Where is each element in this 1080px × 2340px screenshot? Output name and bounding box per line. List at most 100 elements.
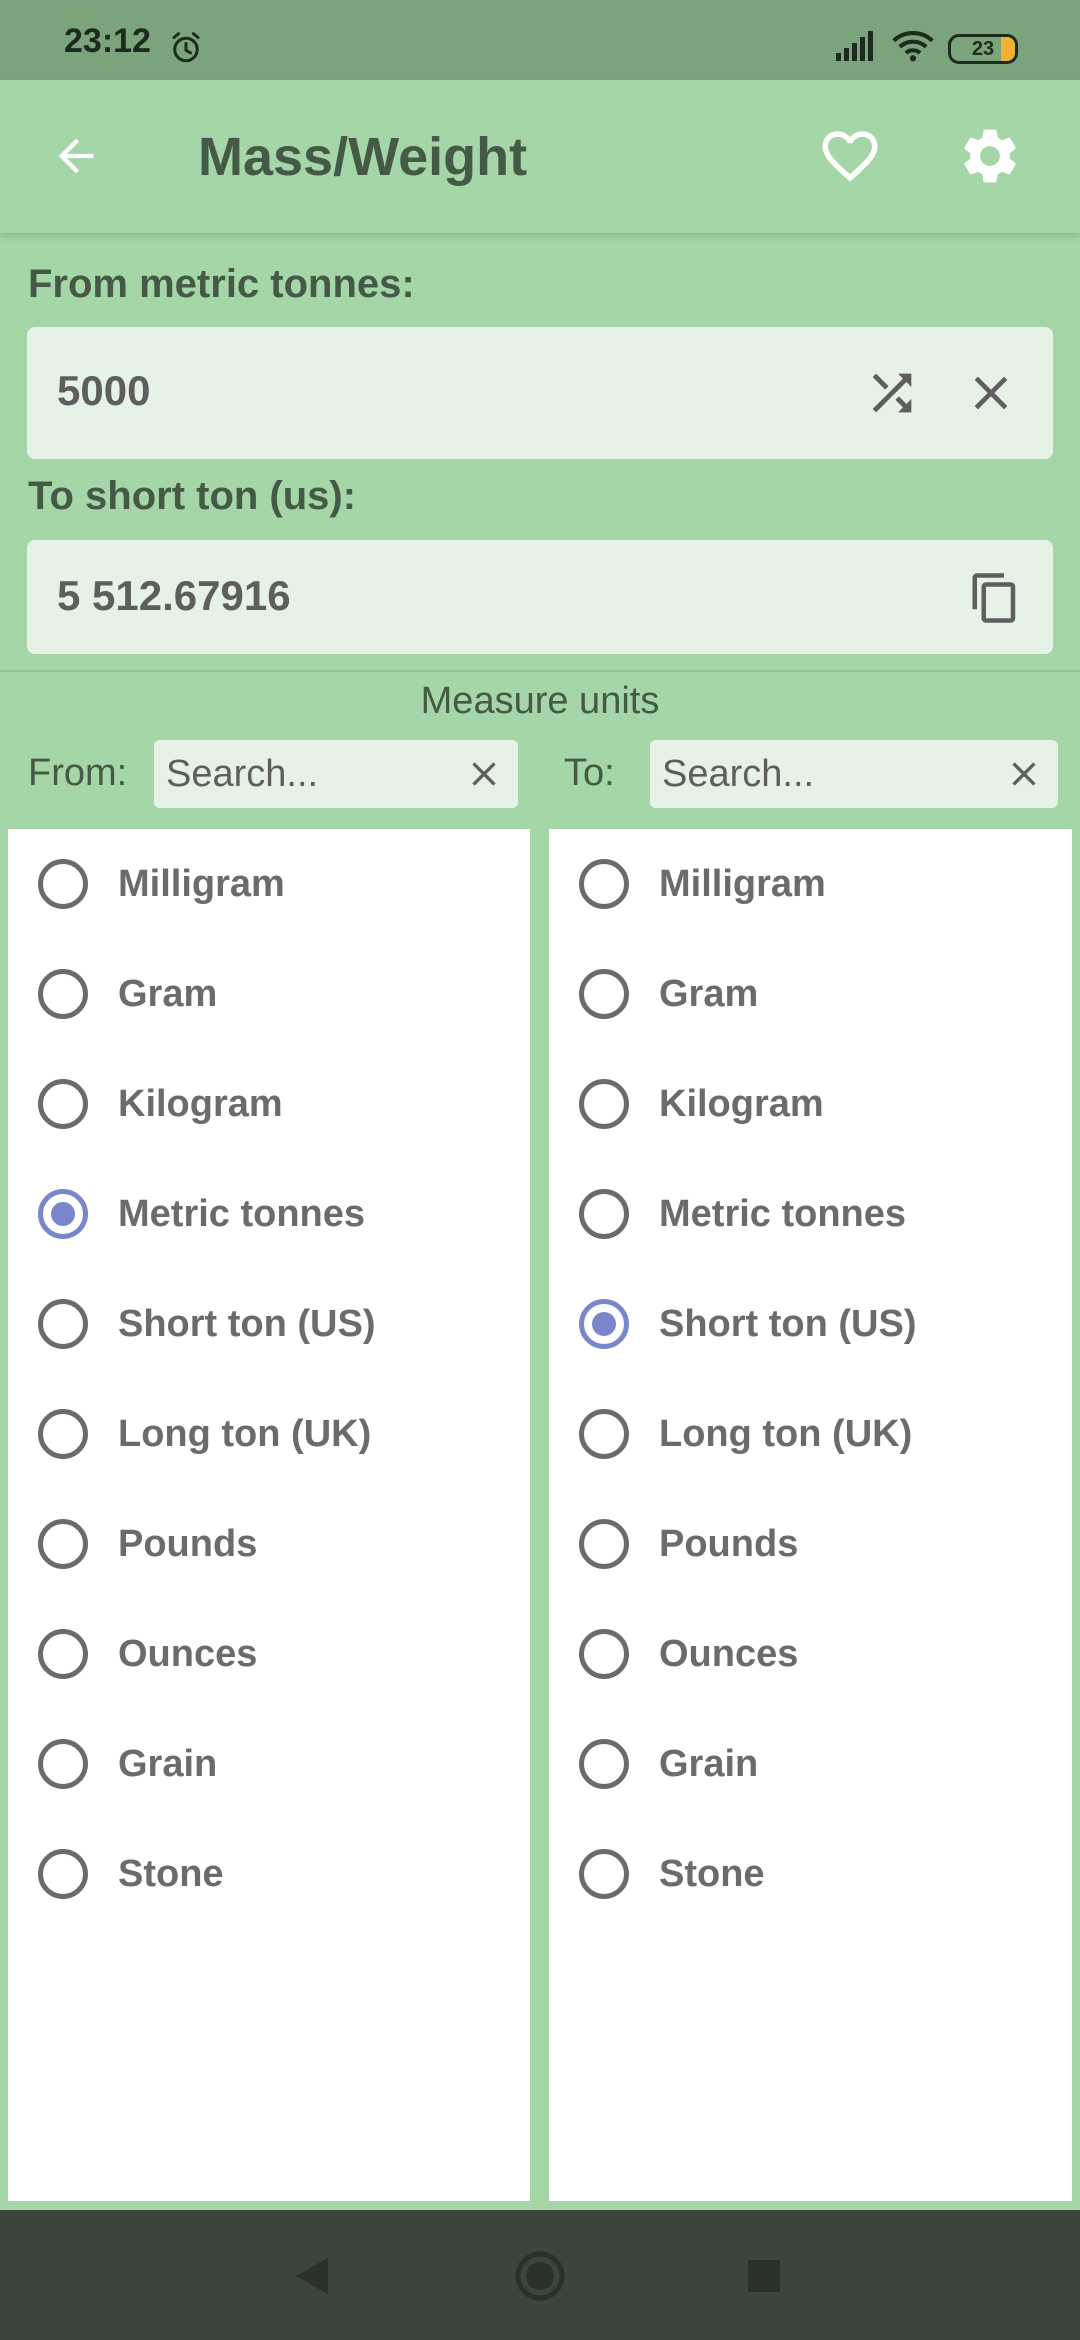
close-icon — [1012, 762, 1036, 786]
from-label: From metric tonnes: — [28, 262, 415, 306]
to-unit-option[interactable]: Pounds — [549, 1489, 1072, 1599]
back-arrow-icon — [58, 138, 94, 174]
radio-button[interactable] — [38, 1739, 88, 1789]
from-search-input[interactable] — [166, 748, 450, 800]
battery-level: 23 — [971, 37, 995, 60]
circle-home-icon — [515, 2251, 565, 2301]
swap-button[interactable] — [860, 361, 924, 425]
unit-label: Kilogram — [118, 1082, 283, 1125]
nav-recents-button[interactable] — [734, 2246, 794, 2306]
radio-button[interactable] — [579, 1739, 629, 1789]
heart-icon — [822, 131, 878, 182]
gear-icon — [964, 129, 1016, 183]
unit-label: Short ton (US) — [118, 1302, 376, 1345]
radio-button[interactable] — [579, 1079, 629, 1129]
shuffle-icon — [872, 373, 912, 413]
from-value[interactable]: 5000 — [57, 367, 150, 415]
unit-label: Pounds — [659, 1522, 799, 1565]
from-unit-option[interactable]: Metric tonnes — [8, 1159, 530, 1269]
radio-button[interactable] — [579, 1409, 629, 1459]
radio-button[interactable] — [38, 1079, 88, 1129]
from-unit-option[interactable]: Kilogram — [8, 1049, 530, 1159]
to-search-field[interactable] — [650, 740, 1058, 808]
to-search-input[interactable] — [662, 748, 990, 800]
radio-button[interactable] — [579, 859, 629, 909]
system-nav-bar — [0, 2210, 1080, 2340]
page-title: Mass/Weight — [198, 127, 528, 187]
to-unit-option[interactable]: Ounces — [549, 1599, 1072, 1709]
nav-back-button[interactable] — [282, 2246, 342, 2306]
radio-button[interactable] — [579, 1849, 629, 1899]
unit-label: Grain — [118, 1742, 218, 1785]
from-unit-option[interactable]: Ounces — [8, 1599, 530, 1709]
radio-button[interactable] — [579, 1629, 629, 1679]
radio-button[interactable] — [38, 969, 88, 1019]
copy-button[interactable] — [963, 566, 1027, 630]
to-unit-list: Milligram Gram Kilogram Metric tonnes Short … — [549, 829, 1072, 2201]
radio-button[interactable] — [38, 1299, 88, 1349]
wifi-icon — [892, 30, 934, 67]
from-unit-option[interactable]: Stone — [8, 1819, 530, 1929]
clear-value-button[interactable] — [959, 361, 1023, 425]
to-value-field: 5 512.67916 — [27, 540, 1053, 654]
unit-label: Long ton (UK) — [118, 1412, 372, 1455]
to-value: 5 512.67916 — [57, 572, 291, 619]
to-unit-option[interactable]: Milligram — [549, 829, 1072, 939]
status-bar: 23:12 23 — [0, 0, 1080, 80]
status-icons: 23 — [836, 30, 1018, 67]
alarm-icon — [168, 30, 204, 71]
copy-icon — [972, 573, 1016, 623]
unit-label: Kilogram — [659, 1082, 824, 1125]
unit-label: Ounces — [659, 1632, 799, 1675]
signal-icon — [836, 31, 878, 66]
from-unit-option[interactable]: Short ton (US) — [8, 1269, 530, 1379]
radio-button[interactable] — [579, 969, 629, 1019]
from-unit-option[interactable]: Milligram — [8, 829, 530, 939]
from-unit-option[interactable]: Pounds — [8, 1489, 530, 1599]
unit-label: Milligram — [659, 862, 826, 905]
radio-button[interactable] — [38, 1629, 88, 1679]
battery-icon: 23 — [948, 33, 1018, 64]
close-icon — [472, 762, 496, 786]
unit-label: Grain — [659, 1742, 759, 1785]
radio-button[interactable] — [579, 1189, 629, 1239]
radio-button[interactable] — [38, 1849, 88, 1899]
back-button[interactable] — [40, 120, 112, 192]
app-bar: Mass/Weight — [0, 80, 1080, 233]
to-unit-option[interactable]: Long ton (UK) — [549, 1379, 1072, 1489]
radio-button[interactable] — [38, 1519, 88, 1569]
from-unit-option[interactable]: Gram — [8, 939, 530, 1049]
nav-home-button[interactable] — [510, 2246, 570, 2306]
to-unit-option[interactable]: Kilogram — [549, 1049, 1072, 1159]
to-unit-option[interactable]: Short ton (US) — [549, 1269, 1072, 1379]
to-unit-option[interactable]: Gram — [549, 939, 1072, 1049]
unit-label: Gram — [659, 972, 759, 1015]
radio-button[interactable] — [38, 1189, 88, 1239]
unit-label: Milligram — [118, 862, 285, 905]
unit-label: Metric tonnes — [118, 1192, 366, 1235]
to-search-label: To: — [564, 752, 615, 794]
settings-button[interactable] — [952, 118, 1028, 194]
to-label: To short ton (us): — [28, 474, 357, 518]
to-unit-option[interactable]: Metric tonnes — [549, 1159, 1072, 1269]
radio-button[interactable] — [38, 859, 88, 909]
status-time: 23:12 — [64, 22, 151, 60]
radio-button[interactable] — [38, 1409, 88, 1459]
to-unit-option[interactable]: Stone — [549, 1819, 1072, 1929]
from-unit-option[interactable]: Grain — [8, 1709, 530, 1819]
divider — [0, 670, 1080, 672]
unit-label: Ounces — [118, 1632, 258, 1675]
favorite-button[interactable] — [812, 118, 888, 194]
from-unit-option[interactable]: Long ton (UK) — [8, 1379, 530, 1489]
to-unit-option[interactable]: Grain — [549, 1709, 1072, 1819]
measure-units-header: Measure units — [420, 680, 660, 722]
unit-label: Long ton (UK) — [659, 1412, 913, 1455]
from-value-field[interactable]: 5000 — [27, 327, 1053, 459]
to-search-clear-button[interactable] — [1002, 752, 1046, 796]
from-search-field[interactable] — [154, 740, 518, 808]
radio-button[interactable] — [579, 1299, 629, 1349]
radio-button[interactable] — [579, 1519, 629, 1569]
from-search-clear-button[interactable] — [462, 752, 506, 796]
unit-label: Gram — [118, 972, 218, 1015]
from-search-label: From: — [28, 752, 128, 794]
